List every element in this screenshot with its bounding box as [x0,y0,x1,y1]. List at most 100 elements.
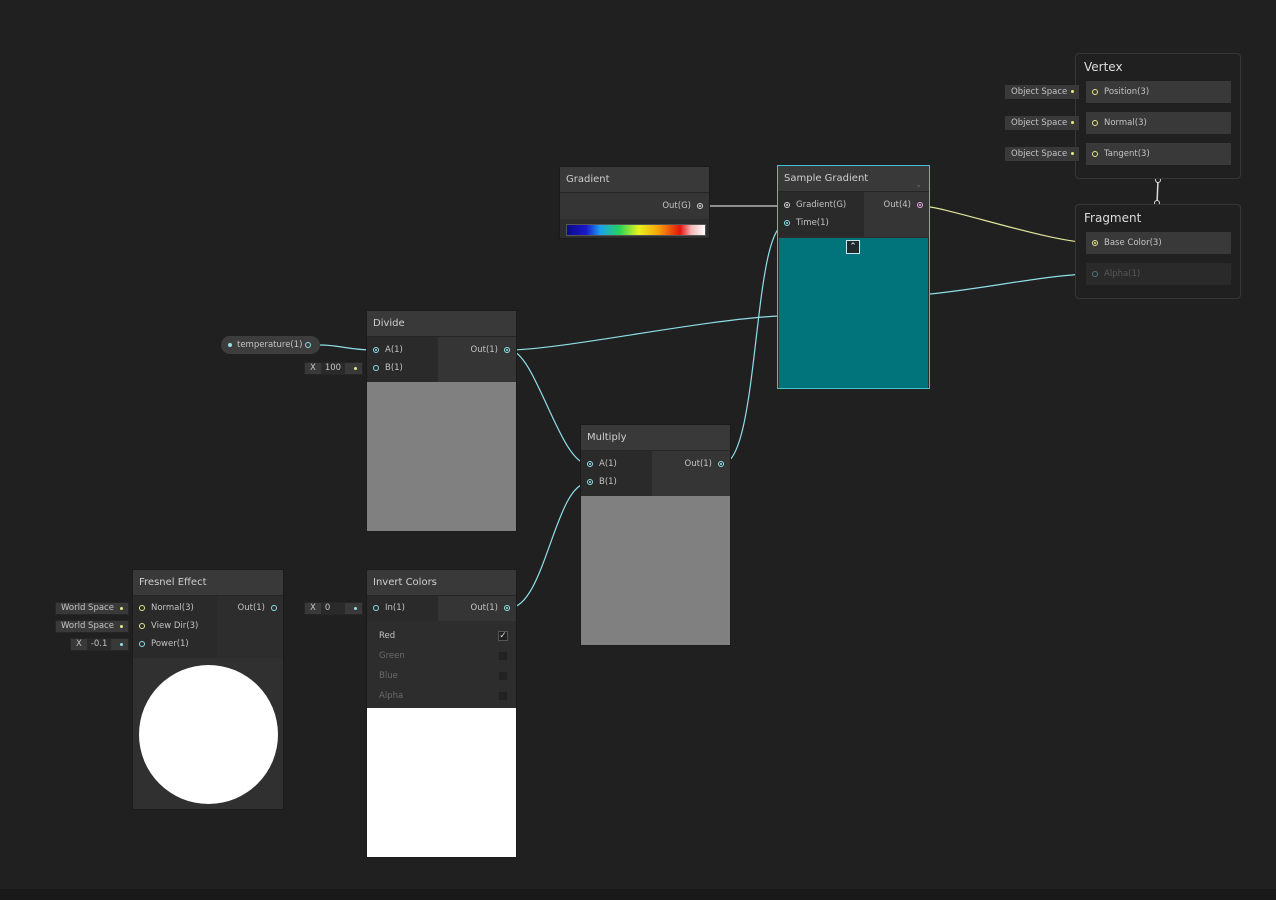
time-input-port[interactable]: Time(1) [778,214,864,232]
alpha-slot[interactable]: Alpha(1) [1086,263,1231,285]
field-value[interactable]: World Space [56,603,119,614]
port-label: Normal(3) [151,603,194,613]
slot-label: Base Color(3) [1104,238,1162,248]
a-input-port[interactable]: A(1) [581,455,652,473]
normal-slot[interactable]: Normal(3) [1086,112,1231,134]
port-connector-icon[interactable] [139,623,145,629]
position-space-field[interactable]: Object Space [1005,85,1079,99]
divide-node[interactable]: Divide A(1) B(1) Out(1) [366,310,517,532]
port-connector-icon[interactable] [1092,151,1098,157]
checkbox[interactable] [498,671,508,681]
divide-b-field[interactable]: X 100 [304,362,363,375]
port-connector-icon[interactable] [373,605,379,611]
port-connector-icon[interactable] [139,605,145,611]
port-label: A(1) [599,459,617,469]
port-connector-icon[interactable] [697,203,703,209]
node-title: Gradient [560,167,709,193]
invert-in-field[interactable]: X0 [304,602,363,615]
sphere-preview [139,665,278,804]
checkmark-icon[interactable]: ✓ [498,631,508,641]
port-connector-icon[interactable] [784,220,790,226]
fragment-context[interactable]: Fragment Base Color(3) Alpha(1) [1075,204,1241,299]
fresnel-normal-space-field[interactable]: World Space [55,602,129,615]
invert-colors-node[interactable]: Invert Colors In(1) Out(1) Red ✓ Green B… [366,569,517,858]
field-value[interactable]: -0.1 [86,639,112,650]
toggle-alpha[interactable]: Alpha [367,686,516,706]
out-port[interactable]: Out(1) [438,341,516,359]
port-label: B(1) [599,477,617,487]
chevron-up-icon[interactable]: ⌃ [846,240,860,254]
port-label: Out(4) [883,200,911,210]
port-label: A(1) [385,345,403,355]
field-value[interactable]: 0 [320,603,345,614]
gradient-input-port[interactable]: Gradient(G) [778,196,864,214]
field-value[interactable]: 100 [320,363,346,374]
viewdir-input-port[interactable]: View Dir(3) [133,617,217,635]
vertex-context[interactable]: Vertex Position(3) Normal(3) Tangent(3) [1075,53,1241,179]
out-port[interactable]: Out(4) [864,196,929,214]
toggle-blue[interactable]: Blue [367,666,516,686]
out-port[interactable]: Out(1) [438,599,516,617]
field-connector-icon [1071,90,1074,93]
port-connector-icon[interactable] [373,347,379,353]
port-connector-icon[interactable] [587,479,593,485]
sample-gradient-node[interactable]: Sample Gradient ⌄ Gradient(G) Time(1) Out… [777,165,930,389]
property-indicator-icon [228,343,232,347]
toggle-green[interactable]: Green [367,646,516,666]
fresnel-effect-node[interactable]: Fresnel Effect Normal(3) View Dir(3) Pow… [132,569,284,810]
field-value[interactable]: Object Space [1011,87,1067,97]
port-connector-icon[interactable] [1092,89,1098,95]
port-connector-icon[interactable] [1092,240,1098,246]
fresnel-power-field[interactable]: X -0.1 [70,638,129,651]
power-input-port[interactable]: Power(1) [133,635,217,653]
normal-input-port[interactable]: Normal(3) [133,599,217,617]
toggle-red[interactable]: Red ✓ [367,626,516,646]
field-axis-label: X [76,639,82,649]
field-connector-icon [354,367,357,370]
port-connector-icon[interactable] [373,365,379,371]
checkbox[interactable] [498,691,508,701]
port-connector-icon[interactable] [718,461,724,467]
wire-sample-to-basecolor [920,205,1095,244]
field-axis-label: X [310,363,316,373]
port-connector-icon[interactable] [1092,271,1098,277]
field-connector-icon [120,625,123,628]
gradient-node[interactable]: Gradient Out(G) [559,166,710,239]
port-label: Gradient(G) [796,200,847,210]
out-port[interactable]: Out(1) [652,455,730,473]
field-connector-icon [354,607,357,610]
port-connector-icon[interactable] [305,342,311,348]
port-connector-icon[interactable] [504,347,510,353]
out-port[interactable]: Out(G) [560,197,709,215]
port-connector-icon[interactable] [1092,120,1098,126]
port-connector-icon[interactable] [271,605,277,611]
b-input-port[interactable]: B(1) [581,473,652,491]
in-input-port[interactable]: In(1) [367,599,438,617]
port-label: Out(1) [470,603,498,613]
field-value[interactable]: World Space [56,621,119,632]
port-connector-icon[interactable] [587,461,593,467]
tangent-slot[interactable]: Tangent(3) [1086,143,1231,165]
port-connector-icon[interactable] [784,202,790,208]
port-connector-icon[interactable] [917,202,923,208]
field-value[interactable]: Object Space [1011,118,1067,128]
port-label: B(1) [385,363,403,373]
port-connector-icon[interactable] [139,641,145,647]
field-value[interactable]: Object Space [1011,149,1067,159]
normal-space-field[interactable]: Object Space [1005,116,1079,130]
port-connector-icon[interactable] [504,605,510,611]
multiply-node[interactable]: Multiply A(1) B(1) Out(1) [580,424,731,646]
position-slot[interactable]: Position(3) [1086,81,1231,103]
tangent-space-field[interactable]: Object Space [1005,147,1079,161]
gradient-field[interactable] [566,224,706,236]
a-input-port[interactable]: A(1) [367,341,438,359]
b-input-port[interactable]: B(1) [367,359,438,377]
port-label: Out(G) [662,201,691,211]
out-port[interactable]: Out(1) [217,599,283,617]
toggle-label: Red [379,631,396,641]
temperature-property-node[interactable]: temperature(1) [221,336,320,354]
base-color-slot[interactable]: Base Color(3) [1086,232,1231,254]
port-label: In(1) [385,603,405,613]
fresnel-viewdir-space-field[interactable]: World Space [55,620,129,633]
checkbox[interactable] [498,651,508,661]
